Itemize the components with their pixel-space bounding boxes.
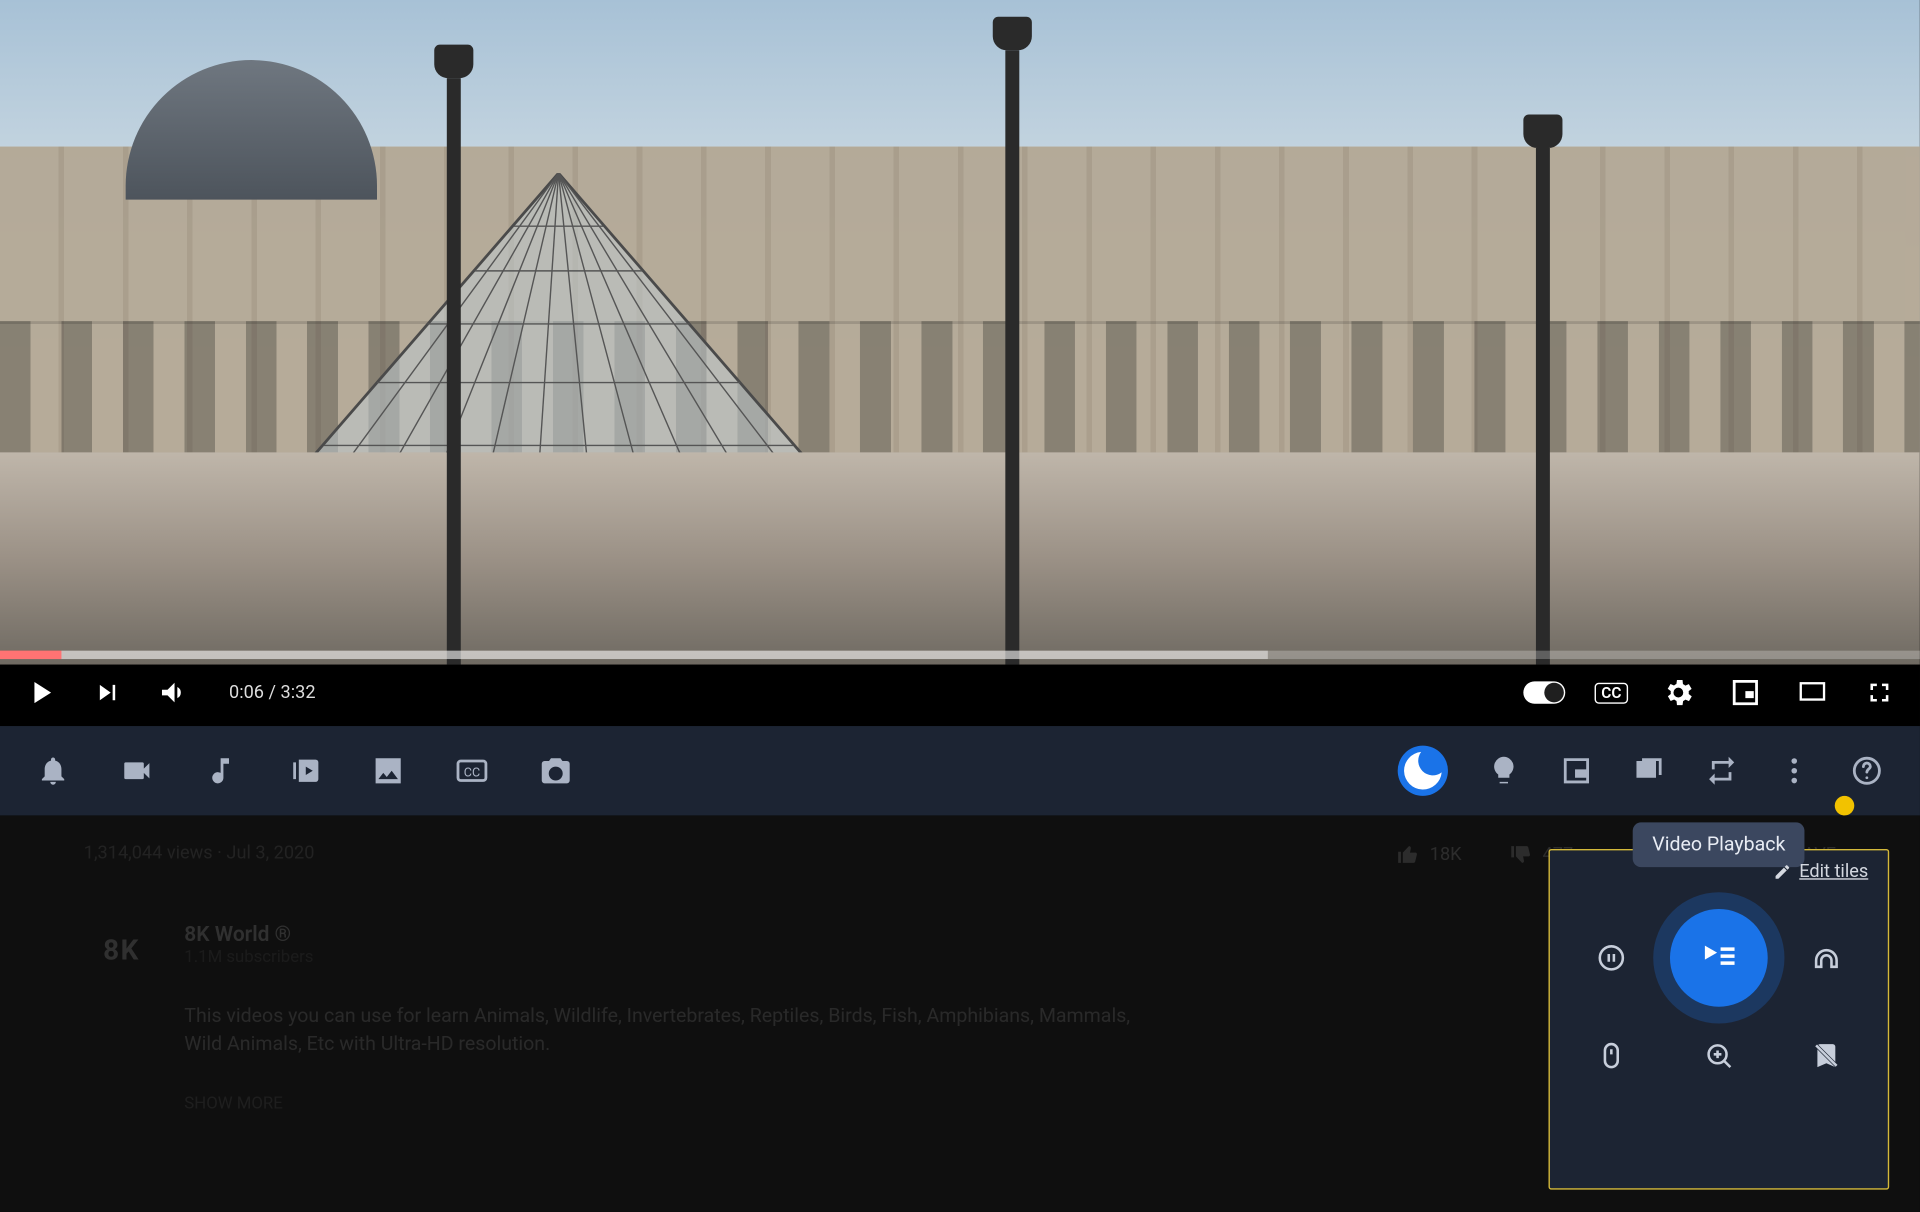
- captions-button[interactable]: CC: [1590, 672, 1632, 714]
- moon-icon[interactable]: [1398, 746, 1448, 796]
- ground-illustration: [0, 452, 1920, 665]
- fullscreen-button[interactable]: [1858, 672, 1900, 714]
- tile-pause[interactable]: [1578, 924, 1645, 991]
- like-count: 18K: [1430, 844, 1462, 865]
- video-player[interactable]: 0:06 / 3:32 CC: [0, 0, 1920, 726]
- edit-tiles-label: Edit tiles: [1799, 862, 1868, 883]
- lamp-illustration: [1536, 148, 1550, 665]
- channel-avatar[interactable]: 8K: [84, 922, 159, 978]
- autoplay-toggle[interactable]: [1523, 672, 1565, 714]
- channel-name[interactable]: 8K World ®: [184, 922, 1133, 947]
- tiles-popover: Video Playback Edit tiles: [1548, 849, 1889, 1190]
- video-description: This videos you can use for learn Animal…: [184, 1003, 1133, 1060]
- video-icon[interactable]: [120, 754, 154, 788]
- tile-bookmark-off[interactable]: [1792, 1022, 1859, 1089]
- bell-icon[interactable]: [36, 754, 70, 788]
- player-controls: 0:06 / 3:32 CC: [0, 659, 1920, 726]
- tile-audio[interactable]: [1792, 924, 1859, 991]
- tile-video-playback[interactable]: [1670, 909, 1768, 1007]
- miniplayer-button[interactable]: [1724, 672, 1766, 714]
- theater-button[interactable]: [1791, 672, 1833, 714]
- bulb-icon[interactable]: [1487, 754, 1521, 788]
- views-date: 1,314,044 views · Jul 3, 2020: [84, 843, 315, 865]
- lamp-illustration: [447, 78, 461, 664]
- tile-mouse[interactable]: [1578, 1022, 1645, 1089]
- cc-icon[interactable]: CC: [455, 754, 489, 788]
- windows-icon[interactable]: [1632, 754, 1666, 788]
- gallery-icon[interactable]: [371, 754, 405, 788]
- library-icon[interactable]: [288, 754, 322, 788]
- time-sep: /: [264, 682, 281, 703]
- play-button[interactable]: [20, 672, 62, 714]
- tile-zoom[interactable]: [1685, 1022, 1752, 1089]
- cc-icon: CC: [1594, 682, 1628, 703]
- progress-bar[interactable]: [0, 651, 1920, 659]
- pip-icon[interactable]: [1560, 754, 1594, 788]
- extension-toolbar: CC: [0, 726, 1920, 815]
- next-button[interactable]: [87, 672, 129, 714]
- lamp-illustration: [1005, 50, 1019, 664]
- time-total: 3:32: [281, 682, 316, 703]
- more-vertical-icon[interactable]: [1777, 754, 1811, 788]
- buffered-segment: [0, 651, 1267, 659]
- show-more-button[interactable]: SHOW MORE: [184, 1093, 1133, 1113]
- channel-subs: 1.1M subscribers: [184, 947, 1133, 967]
- pencil-icon: [1773, 863, 1791, 881]
- tile-tooltip: Video Playback: [1633, 822, 1805, 867]
- volume-button[interactable]: [154, 672, 196, 714]
- loop-icon[interactable]: [1705, 754, 1739, 788]
- video-frame[interactable]: [0, 0, 1920, 665]
- settings-button[interactable]: [1657, 672, 1699, 714]
- help-icon[interactable]: [1850, 754, 1884, 788]
- camera-icon[interactable]: [539, 754, 573, 788]
- svg-text:CC: CC: [464, 765, 480, 780]
- like-button[interactable]: 18K: [1396, 843, 1461, 865]
- edit-tiles-button[interactable]: Edit tiles: [1773, 862, 1869, 883]
- time-display: 0:06 / 3:32: [229, 682, 316, 703]
- time-current: 0:06: [229, 682, 264, 703]
- music-icon[interactable]: [204, 754, 238, 788]
